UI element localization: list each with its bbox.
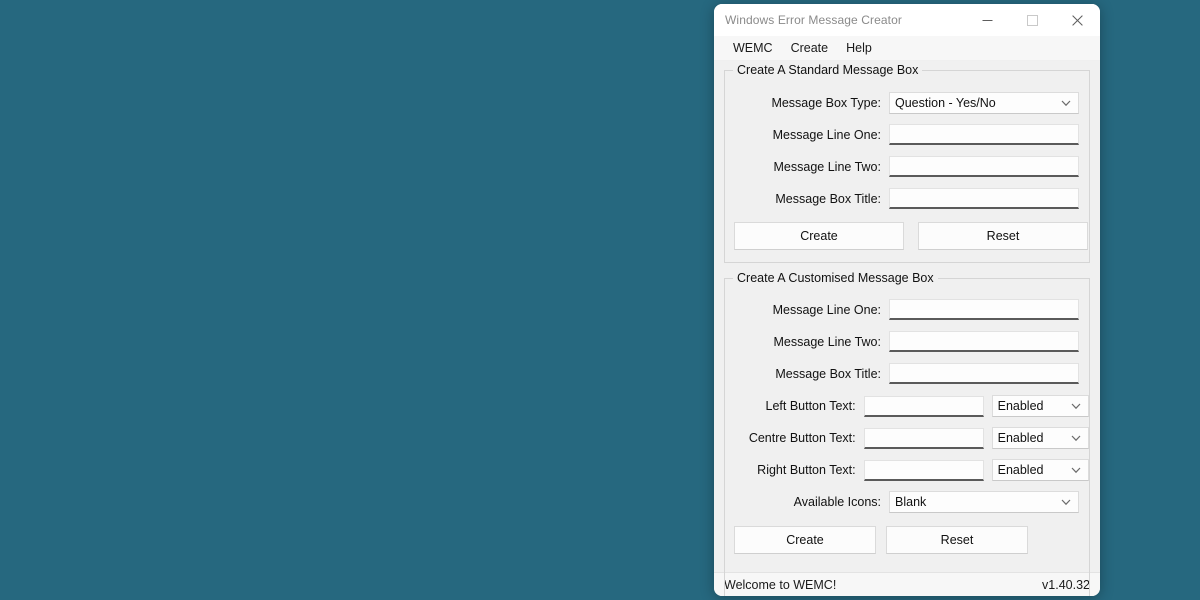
menu-item-wemc[interactable]: WEMC <box>724 39 782 57</box>
label-left-button-text: Left Button Text: <box>725 399 856 413</box>
chevron-down-icon <box>1059 495 1073 509</box>
available-icons-select[interactable]: Blank <box>889 491 1079 513</box>
left-button-state-select[interactable]: Enabled <box>992 395 1089 417</box>
standard-message-box-group: Create A Standard Message Box Message Bo… <box>724 70 1090 263</box>
close-button[interactable] <box>1055 4 1100 36</box>
label-custom-line-one: Message Line One: <box>725 303 881 317</box>
right-button-state-select[interactable]: Enabled <box>992 459 1089 481</box>
right-button-text-input[interactable] <box>864 460 984 481</box>
right-button-state-value: Enabled <box>998 463 1069 477</box>
custom-line-one-input[interactable] <box>889 299 1079 320</box>
application-window: Windows Error Message Creator WEMC <box>714 4 1100 596</box>
standard-create-button[interactable]: Create <box>734 222 904 250</box>
available-icons-value: Blank <box>895 495 1059 509</box>
menu-item-help[interactable]: Help <box>837 39 881 57</box>
title-bar[interactable]: Windows Error Message Creator <box>714 4 1100 36</box>
label-custom-line-two: Message Line Two: <box>725 335 881 349</box>
maximize-button[interactable] <box>1010 4 1055 36</box>
menu-bar: WEMC Create Help <box>714 36 1100 61</box>
label-standard-box-title: Message Box Title: <box>725 192 881 206</box>
chevron-down-icon <box>1059 96 1073 110</box>
custom-create-button[interactable]: Create <box>734 526 876 554</box>
minimize-button[interactable] <box>965 4 1010 36</box>
custom-group-title: Create A Customised Message Box <box>733 271 938 285</box>
standard-reset-button[interactable]: Reset <box>918 222 1088 250</box>
chevron-down-icon <box>1069 463 1083 477</box>
label-available-icons: Available Icons: <box>725 495 881 509</box>
centre-button-state-select[interactable]: Enabled <box>992 427 1089 449</box>
message-box-type-select[interactable]: Question - Yes/No <box>889 92 1079 114</box>
chevron-down-icon <box>1069 399 1083 413</box>
label-message-box-type: Message Box Type: <box>725 96 881 110</box>
left-button-text-input[interactable] <box>864 396 984 417</box>
custom-box-title-input[interactable] <box>889 363 1079 384</box>
label-right-button-text: Right Button Text: <box>725 463 856 477</box>
close-icon <box>1072 15 1083 26</box>
chevron-down-icon <box>1069 431 1083 445</box>
label-centre-button-text: Centre Button Text: <box>725 431 856 445</box>
centre-button-text-input[interactable] <box>864 428 984 449</box>
left-button-state-value: Enabled <box>998 399 1069 413</box>
standard-box-title-input[interactable] <box>889 188 1079 209</box>
custom-line-two-input[interactable] <box>889 331 1079 352</box>
standard-group-title: Create A Standard Message Box <box>733 63 922 77</box>
minimize-icon <box>982 15 993 26</box>
client-area: Create A Standard Message Box Message Bo… <box>714 61 1100 572</box>
message-box-type-value: Question - Yes/No <box>895 96 1059 110</box>
menu-item-create[interactable]: Create <box>782 39 838 57</box>
window-title: Windows Error Message Creator <box>714 13 902 27</box>
label-standard-line-two: Message Line Two: <box>725 160 881 174</box>
standard-line-two-input[interactable] <box>889 156 1079 177</box>
standard-line-one-input[interactable] <box>889 124 1079 145</box>
customised-message-box-group: Create A Customised Message Box Message … <box>724 278 1090 596</box>
custom-reset-button[interactable]: Reset <box>886 526 1028 554</box>
label-standard-line-one: Message Line One: <box>725 128 881 142</box>
label-custom-box-title: Message Box Title: <box>725 367 881 381</box>
window-controls <box>965 4 1100 36</box>
maximize-icon <box>1027 15 1038 26</box>
centre-button-state-value: Enabled <box>998 431 1069 445</box>
